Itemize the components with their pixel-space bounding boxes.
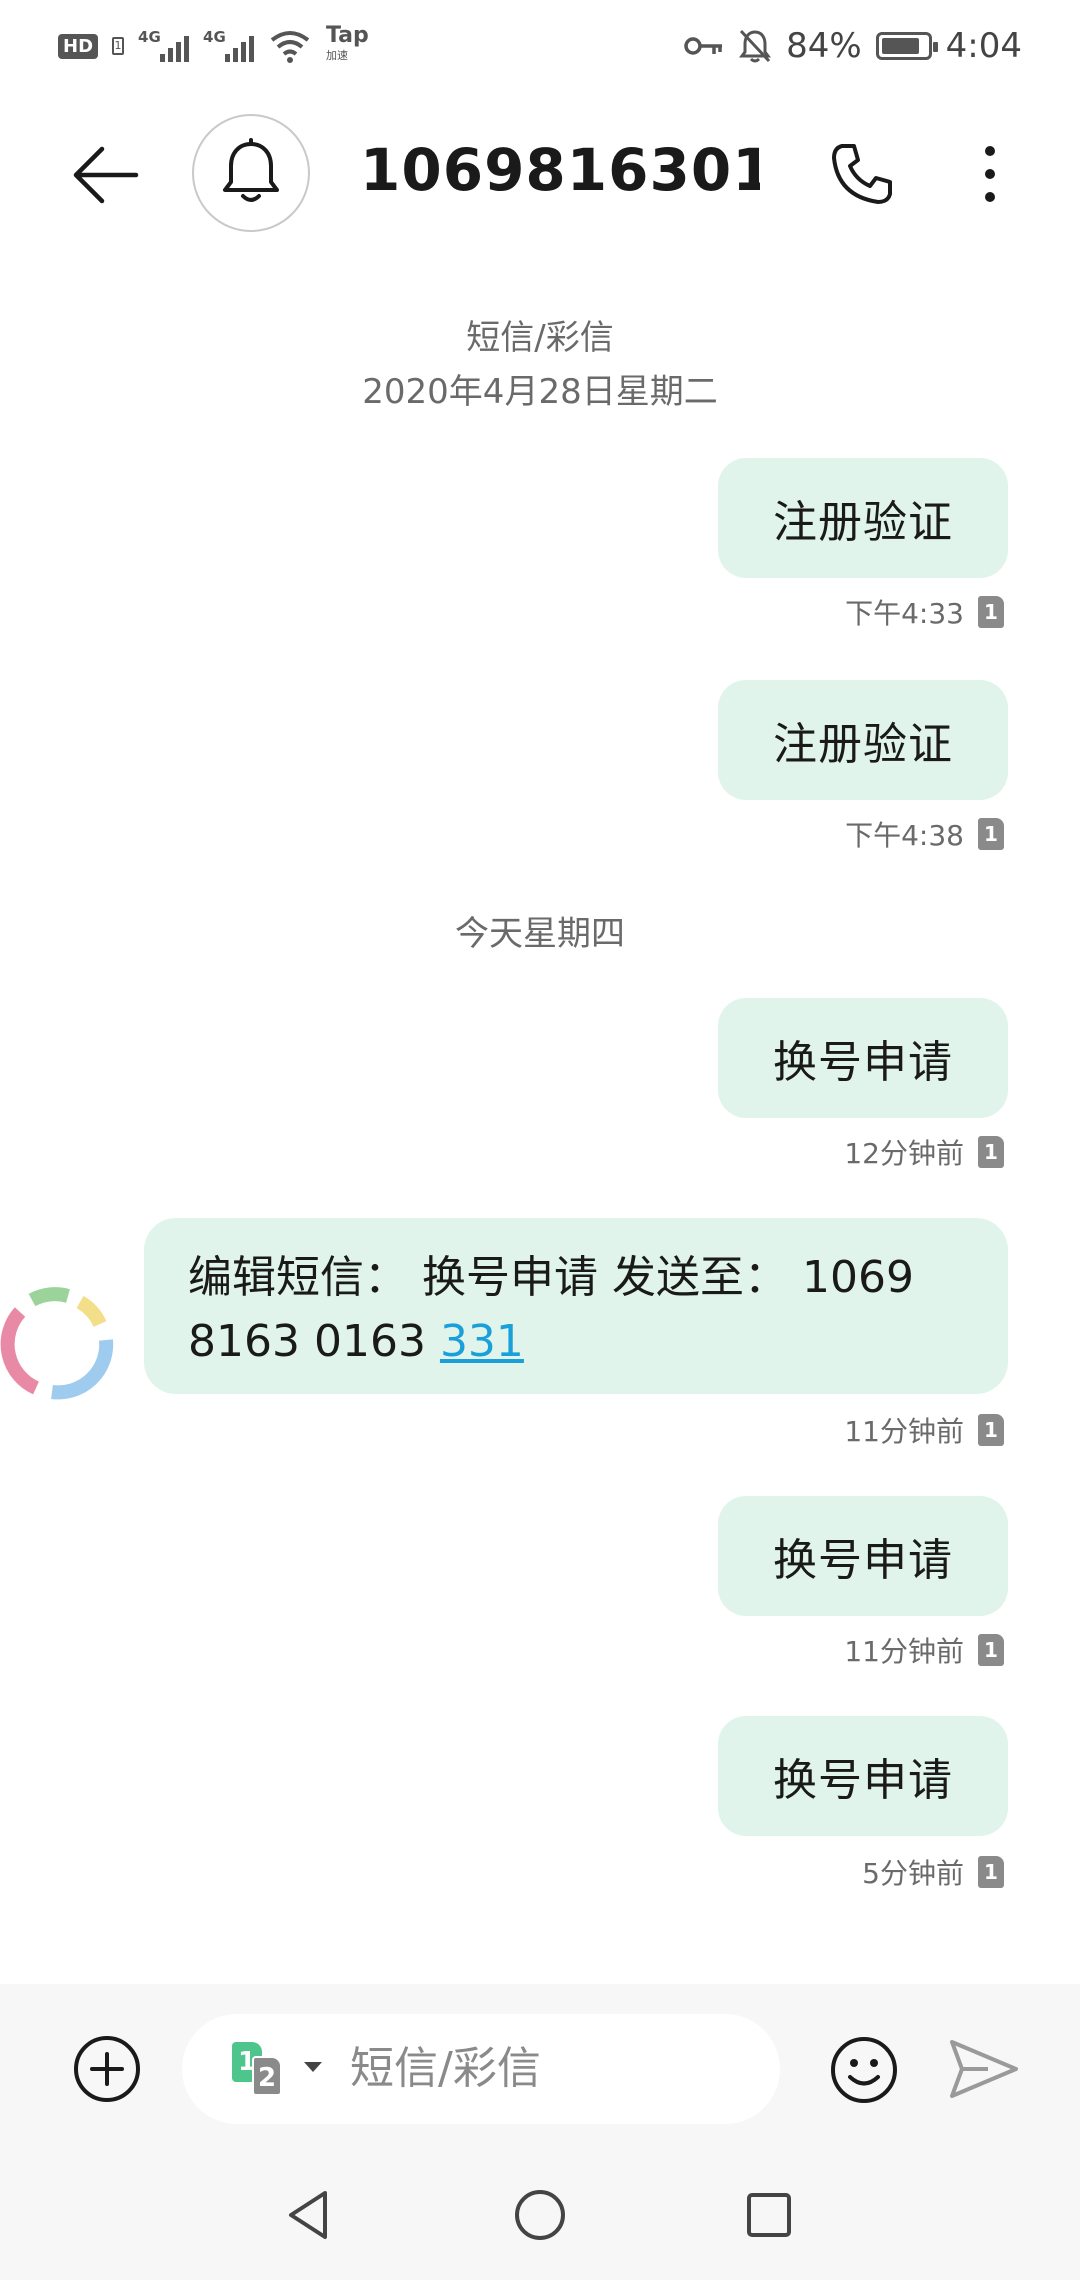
- message-bubble-long[interactable]: 编辑短信： 换号申请 发送至： 1069 8163 0163 331: [144, 1218, 1008, 1394]
- tap-sub-label: 加速: [326, 49, 349, 62]
- network-type-1: 4G: [138, 28, 161, 46]
- status-right: 84% 4:04: [684, 22, 1022, 70]
- chevron-down-icon: [304, 2062, 322, 2072]
- message-time: 11分钟前: [844, 1415, 964, 1448]
- send-button[interactable]: [948, 2036, 1020, 2102]
- date-separator: 2020年4月28日星期二: [362, 372, 718, 412]
- message-time: 12分钟前: [844, 1137, 964, 1170]
- sim-card-icon: 1: [978, 1414, 1004, 1446]
- bell-off-icon: [739, 29, 772, 63]
- sim-card-icon: 1: [978, 596, 1004, 628]
- wifi-icon: [270, 31, 310, 63]
- message-time: 5分钟前: [862, 1857, 964, 1890]
- signal-icon-1: 4G: [138, 28, 190, 62]
- message-input-container: 1 2: [182, 2014, 780, 2124]
- sim-2-icon: 2: [252, 2056, 282, 2096]
- conversation-header: 1069816301…: [0, 100, 1080, 250]
- sim-slot-indicator: 1: [112, 37, 125, 55]
- more-options-button[interactable]: [960, 138, 1020, 210]
- more-dot-icon: [985, 146, 995, 156]
- message-text: 编辑短信： 换号申请 发送至： 1069 8163 0163: [188, 1252, 914, 1367]
- battery-percent: 84%: [786, 26, 862, 66]
- loading-spinner-icon: [0, 1287, 114, 1400]
- sim-selector[interactable]: 1 2: [232, 2042, 332, 2098]
- message-bubble[interactable]: 注册验证: [718, 458, 1008, 578]
- sim-card-icon: 1: [978, 818, 1004, 850]
- message-bubble[interactable]: 换号申请: [718, 1716, 1008, 1836]
- signal-icon-2: 4G: [203, 28, 255, 62]
- sim-card-icon: 1: [978, 1856, 1004, 1888]
- contact-avatar[interactable]: [192, 114, 310, 232]
- attach-button[interactable]: [72, 2034, 142, 2104]
- key-icon: [684, 37, 723, 55]
- message-meta: 下午4:33 1: [845, 592, 1004, 632]
- back-button[interactable]: [66, 135, 146, 215]
- nav-back-button[interactable]: [274, 2180, 344, 2250]
- battery-fill: [881, 38, 919, 54]
- more-dot-icon: [985, 169, 995, 179]
- circle-home-icon: [515, 2190, 565, 2240]
- phone-icon: [832, 144, 892, 204]
- phone-number-link[interactable]: 331: [440, 1316, 524, 1367]
- nav-recents-button[interactable]: [734, 2180, 804, 2250]
- message-time: 下午4:38: [845, 819, 964, 852]
- message-meta: 11分钟前 1: [844, 1630, 1004, 1670]
- hd-badge: HD: [58, 33, 99, 59]
- message-bubble[interactable]: 换号申请: [718, 1496, 1008, 1616]
- sim-card-icon: 1: [978, 1634, 1004, 1666]
- message-meta: 5分钟前 1: [862, 1852, 1004, 1892]
- message-meta: 下午4:38 1: [845, 814, 1004, 854]
- compose-bar: 1 2: [0, 1984, 1080, 2280]
- bell-icon: [223, 138, 279, 202]
- arrow-left-icon: [73, 146, 139, 204]
- contact-name[interactable]: 1069816301…: [360, 136, 760, 204]
- tap-label: Tap: [326, 23, 369, 48]
- message-bubble[interactable]: 注册验证: [718, 680, 1008, 800]
- more-dot-icon: [985, 192, 995, 202]
- send-icon: [950, 2040, 1018, 2098]
- square-recents-icon: [747, 2193, 791, 2237]
- network-type-2: 4G: [203, 28, 226, 46]
- status-left: HD 1 4G 4G Tap 加速: [58, 24, 369, 68]
- message-time: 下午4:33: [845, 597, 964, 630]
- smiley-icon: [831, 2037, 897, 2103]
- tap-accelerator-badge: Tap 加速: [326, 23, 369, 66]
- message-bubble[interactable]: 换号申请: [718, 998, 1008, 1118]
- clock: 4:04: [945, 26, 1022, 66]
- call-button[interactable]: [826, 138, 898, 210]
- channel-label: 短信/彩信: [466, 318, 614, 358]
- nav-home-button[interactable]: [505, 2180, 575, 2250]
- status-bar: HD 1 4G 4G Tap 加速 84% 4:04: [0, 0, 1080, 92]
- message-meta: 12分钟前 1: [844, 1132, 1004, 1172]
- plus-circle-icon: [74, 2036, 140, 2102]
- battery-icon: [875, 32, 938, 60]
- emoji-button[interactable]: [828, 2034, 900, 2106]
- sim-card-icon: 1: [978, 1136, 1004, 1168]
- triangle-back-icon: [289, 2191, 327, 2239]
- message-meta: 11分钟前 1: [844, 1410, 1004, 1450]
- message-time: 11分钟前: [844, 1635, 964, 1668]
- message-input[interactable]: [350, 2032, 740, 2104]
- date-separator: 今天星期四: [455, 914, 625, 954]
